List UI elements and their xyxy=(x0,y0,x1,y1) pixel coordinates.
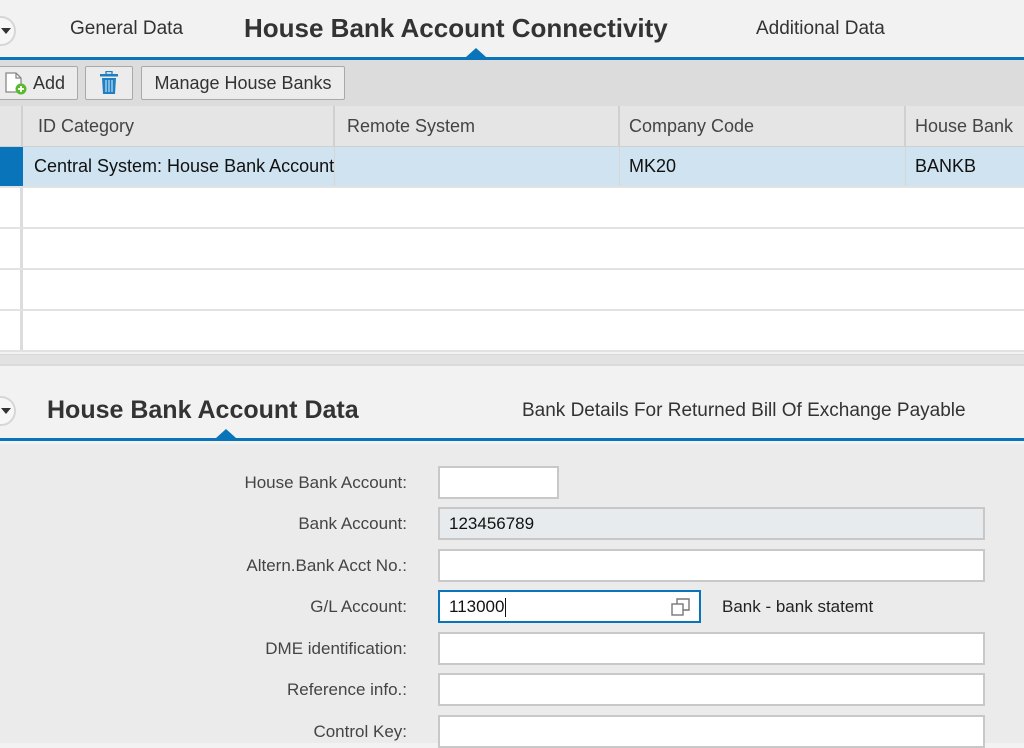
label-gl-account: G/L Account: xyxy=(310,597,407,616)
table-row[interactable] xyxy=(0,311,1024,352)
row-selector[interactable] xyxy=(0,147,23,186)
trash-icon xyxy=(100,71,118,94)
table-row[interactable] xyxy=(0,188,1024,229)
row-selector[interactable] xyxy=(0,188,23,227)
tab-house-bank-account-connectivity[interactable]: House Bank Account Connectivity xyxy=(244,13,668,44)
value-help-icon[interactable] xyxy=(671,598,691,616)
chevron-down-circle-icon xyxy=(1,28,11,34)
label-reference-info: Reference info.: xyxy=(286,680,407,699)
form-row-gl-account: G/L Account: 113000 Bank - bank statemt xyxy=(0,590,1024,623)
text-caret xyxy=(505,598,507,618)
tab-bank-details-returned-bill[interactable]: Bank Details For Returned Bill Of Exchan… xyxy=(522,400,966,422)
form-row-control-key: Control Key: xyxy=(0,715,1024,748)
house-bank-account-form: House Bank Account: Bank Account: 123456… xyxy=(0,444,1024,748)
delete-button[interactable] xyxy=(85,66,133,100)
cell-house-bank[interactable]: BANKB xyxy=(906,147,1024,186)
row-selector[interactable] xyxy=(0,270,23,309)
column-header-company-code[interactable]: Company Code xyxy=(620,106,906,146)
table-toolbar: Add Manage House Banks xyxy=(0,60,1024,106)
dme-identification-input[interactable] xyxy=(438,632,985,665)
collapse-toggle-button[interactable] xyxy=(0,16,16,46)
control-key-input[interactable] xyxy=(438,715,985,748)
form-row-bank-account: Bank Account: 123456789 xyxy=(0,507,1024,540)
table-header-row: ID Category Remote System Company Code H… xyxy=(0,106,1024,147)
gl-account-input[interactable]: 113000 xyxy=(438,590,701,623)
table-row[interactable] xyxy=(0,270,1024,311)
form-row-reference-info: Reference info.: xyxy=(0,673,1024,706)
tab-general-data[interactable]: General Data xyxy=(70,18,183,40)
column-header-remote-system[interactable]: Remote System xyxy=(335,106,620,146)
bottom-tab-bar: House Bank Account Data Bank Details For… xyxy=(0,381,1024,441)
tab-house-bank-account-data[interactable]: House Bank Account Data xyxy=(47,396,359,425)
label-dme-identification: DME identification: xyxy=(265,639,407,658)
label-bank-account: Bank Account: xyxy=(298,514,407,533)
table-row[interactable]: Central System: House Bank Account MK20 … xyxy=(0,147,1024,188)
cell-remote-system[interactable] xyxy=(335,147,620,186)
top-tab-bar: General Data House Bank Account Connecti… xyxy=(0,0,1024,60)
document-add-icon xyxy=(5,72,27,95)
table-row[interactable] xyxy=(0,229,1024,270)
collapse-toggle-button[interactable] xyxy=(0,396,16,426)
connectivity-table: ID Category Remote System Company Code H… xyxy=(0,106,1024,352)
row-selector[interactable] xyxy=(0,229,23,268)
active-tab-indicator xyxy=(216,429,236,438)
add-button[interactable]: Add xyxy=(0,66,78,100)
column-header-house-bank[interactable]: House Bank xyxy=(906,106,1024,146)
table-horizontal-scrollbar[interactable] xyxy=(0,354,1024,366)
cell-id-category[interactable]: Central System: House Bank Account xyxy=(26,147,335,186)
add-button-label: Add xyxy=(33,72,66,93)
gl-account-description: Bank - bank statemt xyxy=(722,597,874,616)
tab-additional-data[interactable]: Additional Data xyxy=(756,18,885,40)
form-row-dme-identification: DME identification: xyxy=(0,632,1024,665)
reference-info-input[interactable] xyxy=(438,673,985,706)
row-selector[interactable] xyxy=(0,311,23,350)
label-control-key: Control Key: xyxy=(313,722,407,741)
bank-account-input[interactable]: 123456789 xyxy=(438,507,985,540)
altern-bank-acct-input[interactable] xyxy=(438,549,985,582)
label-altern-bank-acct: Altern.Bank Acct No.: xyxy=(246,556,407,575)
house-bank-account-input[interactable] xyxy=(438,466,559,499)
select-all-cell[interactable] xyxy=(0,106,23,146)
form-row-altern-bank-acct: Altern.Bank Acct No.: xyxy=(0,549,1024,582)
cell-company-code[interactable]: MK20 xyxy=(620,147,906,186)
form-row-house-bank-account: House Bank Account: xyxy=(0,466,1024,499)
active-tab-indicator xyxy=(466,48,486,57)
gl-account-value: 113000 xyxy=(449,597,505,616)
column-header-id-category[interactable]: ID Category xyxy=(26,106,335,146)
label-house-bank-account: House Bank Account: xyxy=(244,473,407,492)
chevron-down-circle-icon xyxy=(1,408,11,414)
manage-house-banks-button[interactable]: Manage House Banks xyxy=(141,66,345,100)
